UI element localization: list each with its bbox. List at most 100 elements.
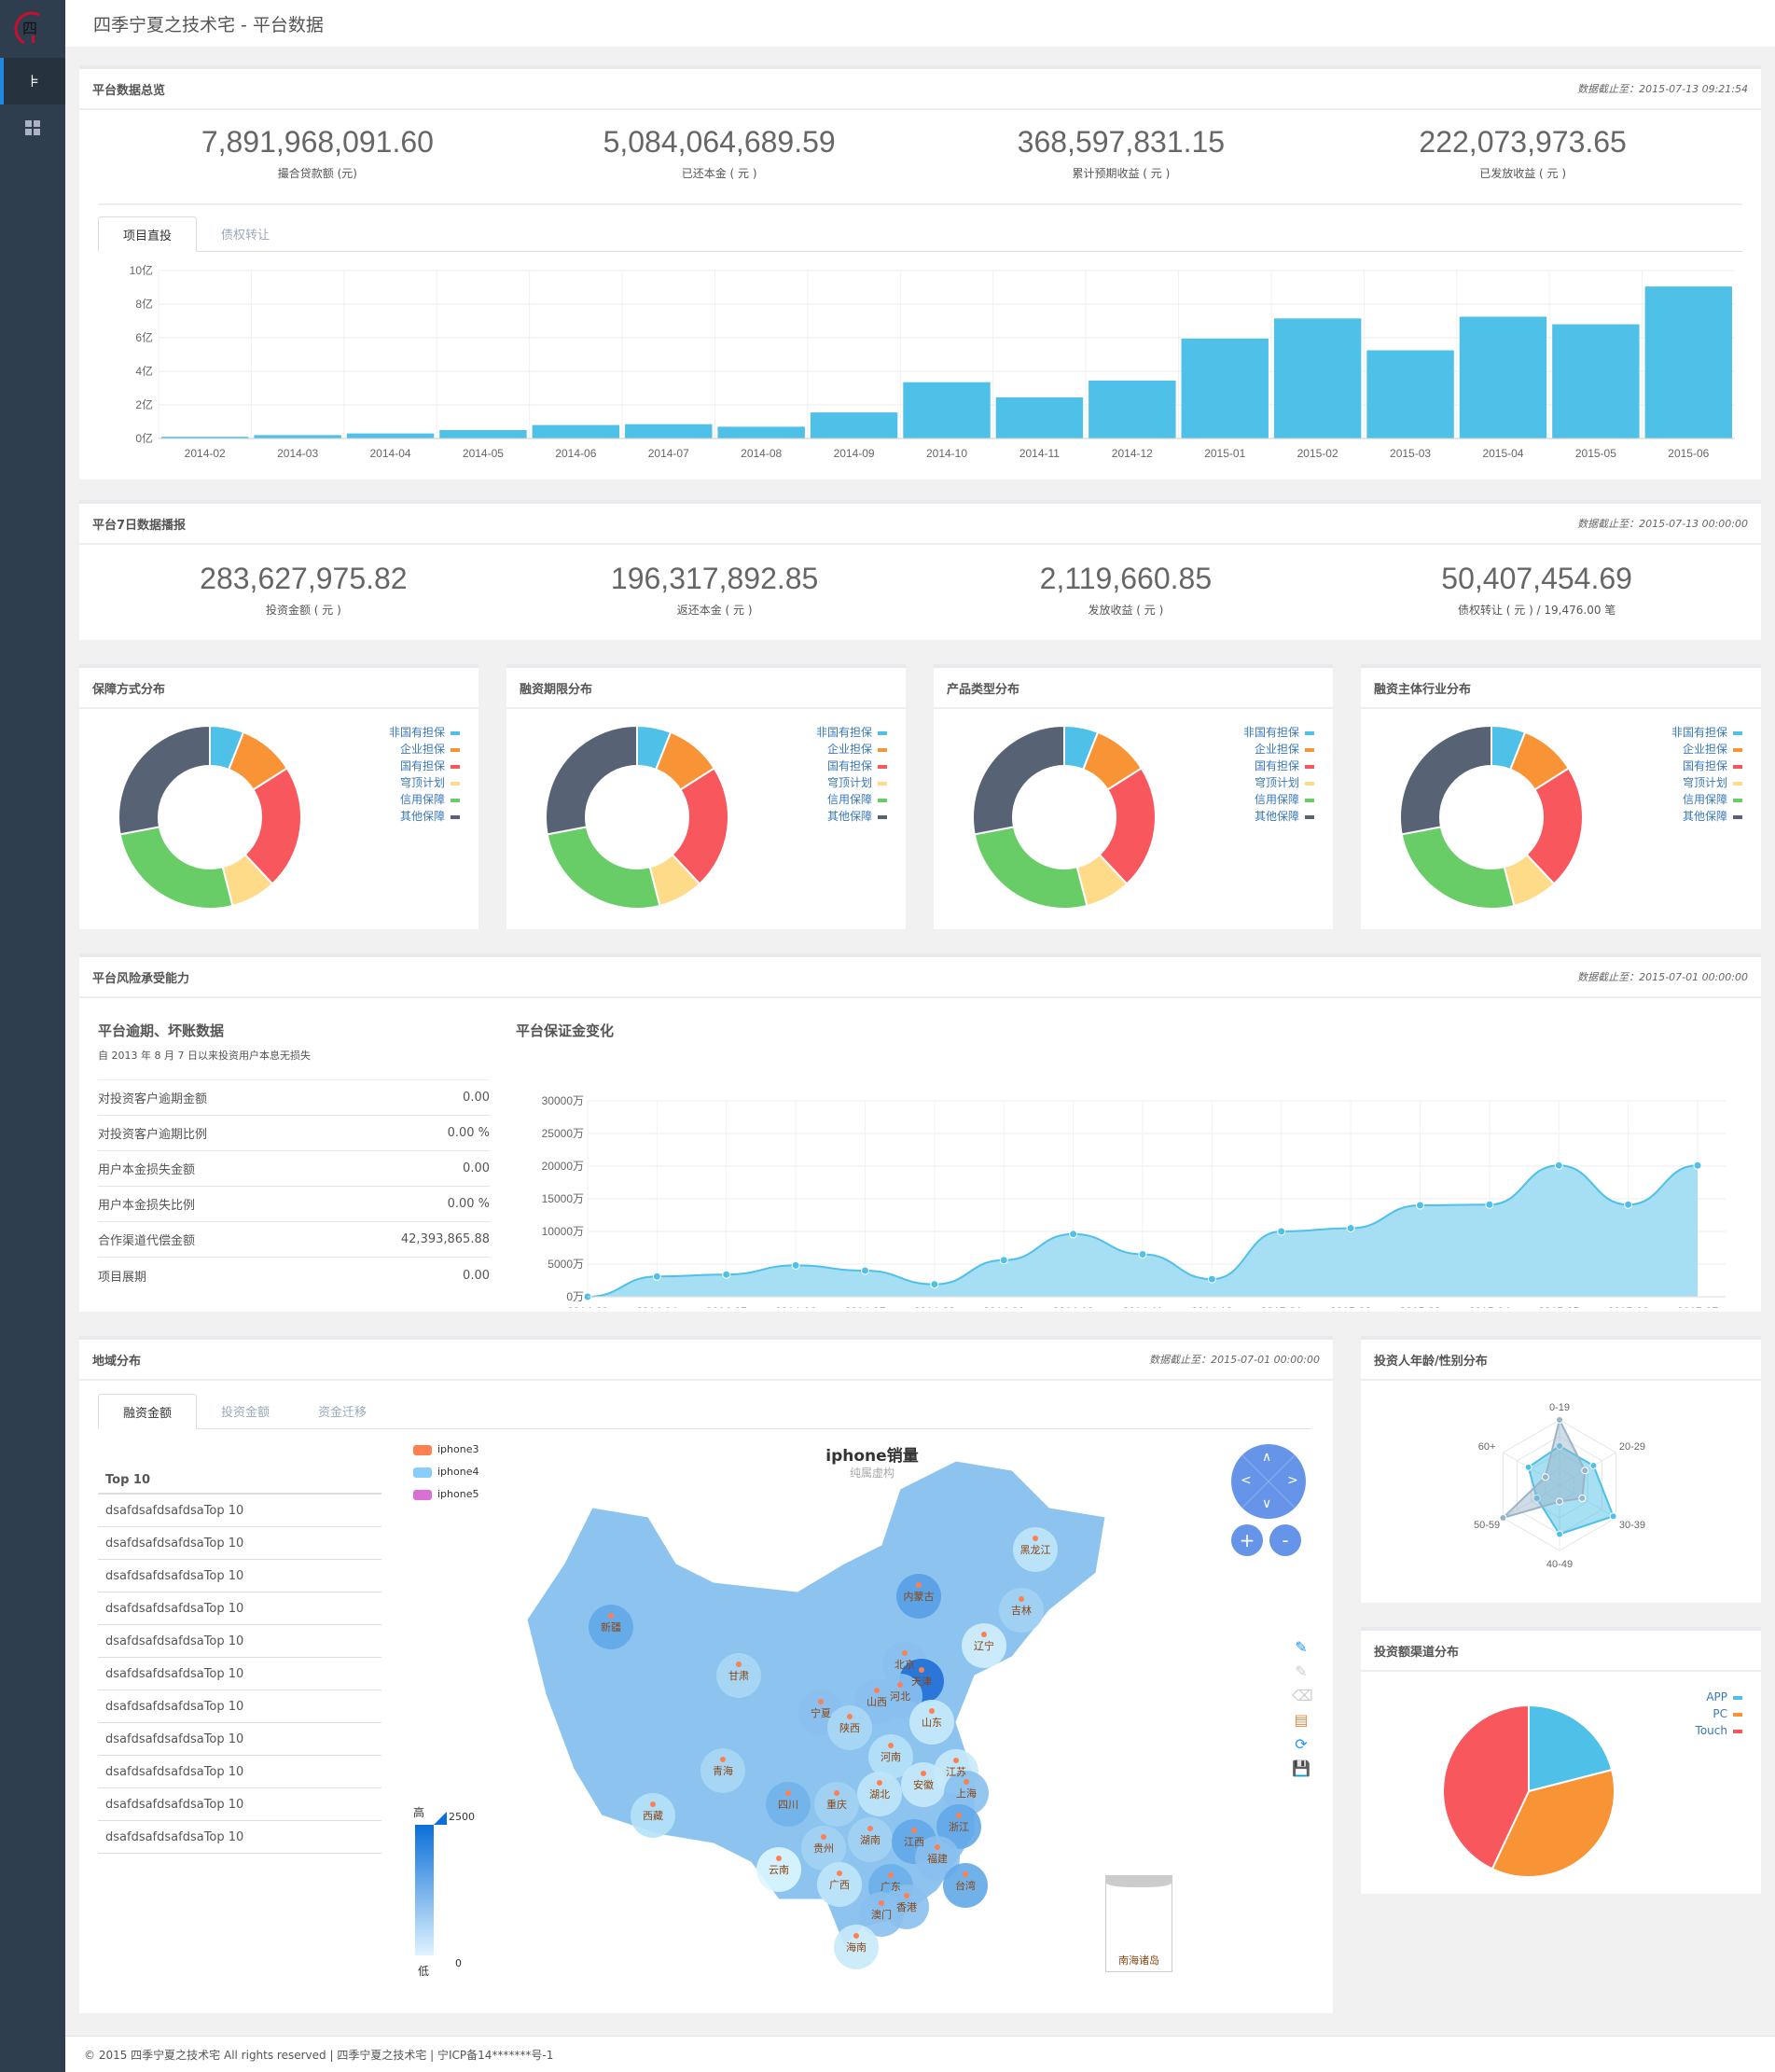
top10-item[interactable]: dsafdsafdsafdsaTop 10 [98,1723,381,1756]
sales-dot[interactable] [853,1933,859,1939]
refresh-icon[interactable]: ⟳ [1292,1735,1310,1754]
sales-dot[interactable] [953,1758,959,1763]
pie-slice[interactable] [973,826,1089,910]
bar[interactable] [1459,316,1547,439]
pan-right-button[interactable]: > [1287,1473,1298,1488]
top10-item[interactable]: dsafdsafdsafdsaTop 10 [98,1756,381,1788]
sales-dot[interactable] [821,1834,826,1840]
radar-point[interactable] [1524,1463,1532,1471]
sales-dot[interactable] [897,1682,903,1688]
radar-point[interactable] [1556,1416,1563,1424]
bar[interactable] [1644,286,1732,438]
sales-dot[interactable] [935,1844,940,1850]
map-legend-item[interactable]: iphone3 [413,1439,478,1461]
top10-item[interactable]: dsafdsafdsafdsaTop 10 [98,1658,381,1690]
data-point[interactable] [999,1256,1008,1265]
sidebar-item-grid[interactable] [0,104,65,151]
sales-dot[interactable] [964,1779,969,1785]
data-point[interactable] [1138,1250,1147,1258]
legend-item[interactable]: 国有担保 [389,758,460,774]
legend-item[interactable]: 其他保障 [816,808,887,825]
sales-dot[interactable] [867,1826,873,1831]
top10-item[interactable]: dsafdsafdsafdsaTop 10 [98,1560,381,1592]
legend-item[interactable]: 信用保障 [816,791,887,808]
mark-clear-icon[interactable]: ⌫ [1292,1687,1313,1705]
bar[interactable] [625,424,713,438]
sales-dot[interactable] [956,1813,962,1818]
radar-point[interactable] [1581,1467,1589,1475]
data-point[interactable] [1554,1161,1563,1170]
bar[interactable] [346,433,435,438]
legend-item[interactable]: 信用保障 [1243,791,1314,808]
legend-item[interactable]: 穹顶计划 [389,774,460,791]
sales-dot[interactable] [877,1780,882,1786]
sales-dot[interactable] [776,1856,782,1861]
radar-point[interactable] [1556,1530,1563,1538]
zoom-in-button[interactable]: + [1231,1524,1263,1556]
tab-debt-transfer[interactable]: 债权转让 [197,216,294,251]
legend-item[interactable]: APP [1696,1689,1742,1705]
pie-slice[interactable] [972,724,1065,836]
map-legend-item[interactable]: iphone5 [413,1483,478,1506]
data-point[interactable] [861,1266,869,1275]
sales-dot[interactable] [963,1871,968,1877]
top10-item[interactable]: dsafdsafdsafdsaTop 10 [98,1625,381,1658]
pie-slice[interactable] [118,826,234,910]
sales-dot[interactable] [916,1582,922,1588]
range-handle-top[interactable] [434,1812,447,1825]
sales-dot[interactable] [650,1801,656,1807]
sales-dot[interactable] [1019,1596,1024,1602]
sales-dot[interactable] [981,1632,987,1637]
map-pan-control[interactable]: ∧ ∨ < > [1231,1444,1306,1519]
radar-point[interactable] [1541,1473,1549,1481]
legend-item[interactable]: 企业担保 [389,741,460,758]
legend-item[interactable]: 企业担保 [1243,741,1314,758]
legend-item[interactable]: 企业担保 [1671,741,1742,758]
bar[interactable] [439,430,527,438]
bar[interactable] [810,412,898,438]
sales-dot[interactable] [720,1757,726,1762]
sales-dot[interactable] [834,1790,839,1796]
pie-slice[interactable] [1400,826,1516,910]
bar[interactable] [1273,318,1362,438]
data-point[interactable] [652,1272,661,1281]
legend-item[interactable]: 国有担保 [1243,758,1314,774]
top10-item[interactable]: dsafdsafdsafdsaTop 10 [98,1495,381,1527]
top10-item[interactable]: dsafdsafdsafdsaTop 10 [98,1592,381,1625]
sales-dot[interactable] [911,1828,917,1833]
visual-range-bar[interactable] [415,1825,434,1955]
sales-dot[interactable] [904,1893,909,1898]
data-point[interactable] [1693,1161,1702,1170]
tab-invest-amount[interactable]: 投资金额 [197,1394,294,1428]
pan-up-button[interactable]: ∧ [1262,1450,1271,1465]
data-point[interactable] [722,1270,731,1279]
sales-dot[interactable] [902,1650,908,1656]
pie-slice[interactable] [118,724,211,836]
data-point[interactable] [1416,1201,1424,1210]
bar[interactable] [1181,338,1269,438]
legend-item[interactable]: 其他保障 [1243,808,1314,825]
legend-item[interactable]: 非国有担保 [816,724,887,741]
top10-item[interactable]: dsafdsafdsafdsaTop 10 [98,1788,381,1821]
data-point[interactable] [1277,1227,1286,1236]
logo[interactable]: 四 [0,0,65,58]
tab-direct-invest[interactable]: 项目直投 [98,216,198,252]
bar[interactable] [717,426,805,438]
sales-dot[interactable] [608,1613,614,1619]
top10-item[interactable]: dsafdsafdsafdsaTop 10 [98,1690,381,1723]
sales-dot[interactable] [785,1790,791,1796]
legend-item[interactable]: 穹顶计划 [816,774,887,791]
radar-point[interactable] [1578,1495,1587,1502]
legend-item[interactable]: 穹顶计划 [1671,774,1742,791]
bar[interactable] [254,435,341,438]
legend-item[interactable]: 其他保障 [1671,808,1742,825]
bar[interactable] [1366,350,1454,439]
legend-item[interactable]: 信用保障 [1671,791,1742,808]
sales-dot[interactable] [847,1714,853,1719]
legend-item[interactable]: 国有担保 [1671,758,1742,774]
data-view-icon[interactable]: ▤ [1292,1711,1310,1730]
sales-dot[interactable] [818,1699,824,1704]
legend-item[interactable]: 非国有担保 [1671,724,1742,741]
legend-item[interactable]: 非国有担保 [389,724,460,741]
legend-item[interactable]: 非国有担保 [1243,724,1314,741]
